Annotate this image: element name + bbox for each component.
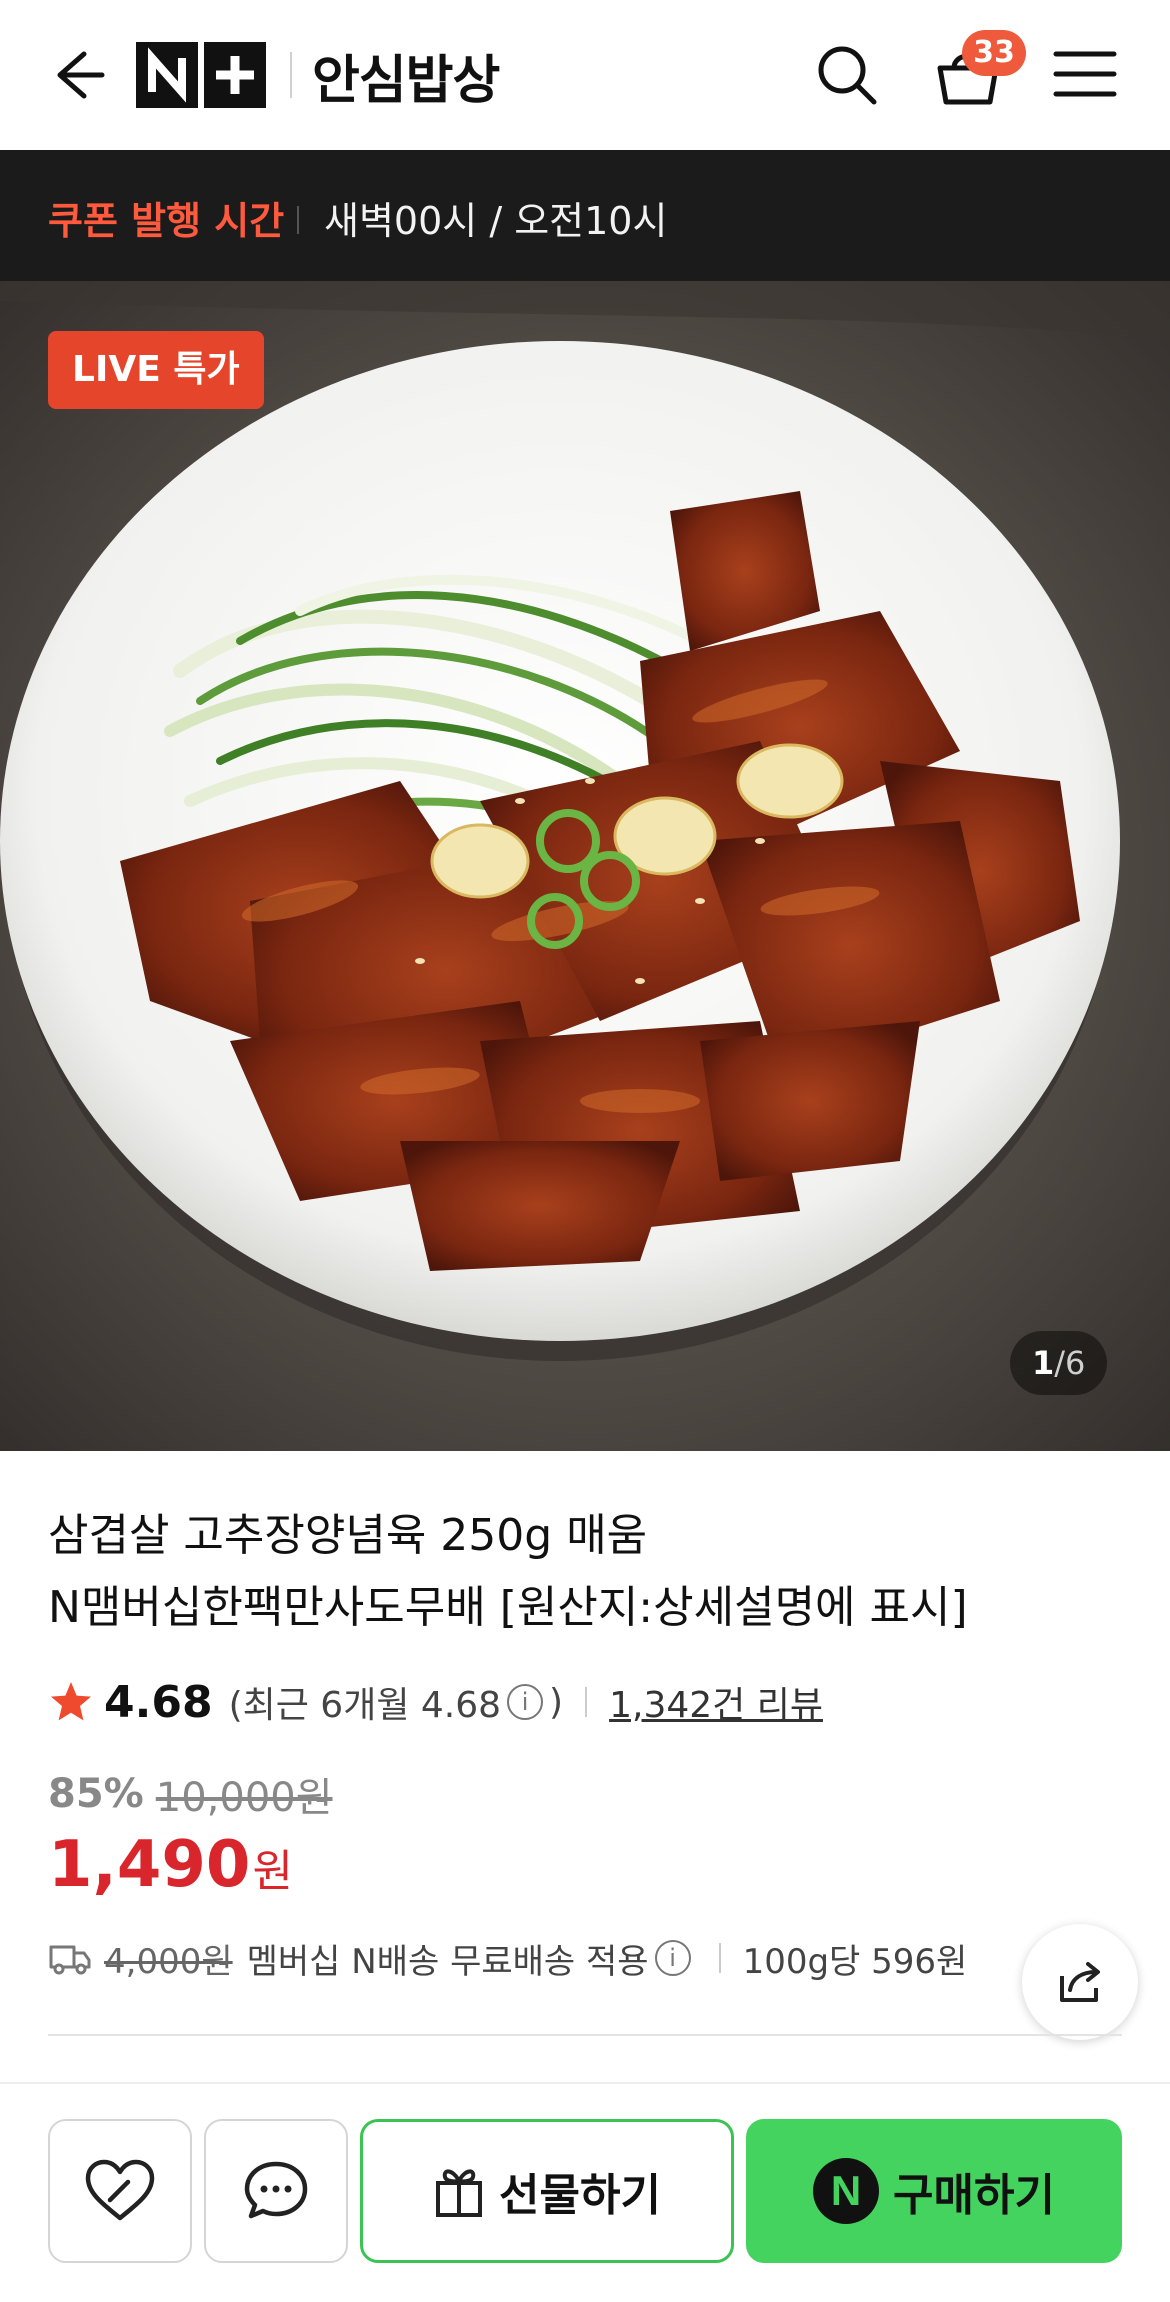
gift-button[interactable]: 선물하기 — [360, 2119, 734, 2263]
gift-icon — [436, 2169, 483, 2217]
section-divider — [48, 2034, 1122, 2036]
shipping-info-icon[interactable]: i — [654, 1940, 691, 1976]
shipping-note: 멤버십 N배송 무료배송 적용 — [246, 1941, 649, 1982]
truck-icon — [49, 1945, 91, 1975]
rating-value: 4.68 — [104, 1676, 213, 1728]
buy-button[interactable]: N 구매하기 — [746, 2119, 1122, 2263]
cart-count-badge: 33 — [962, 30, 1026, 76]
rating-divider — [585, 1687, 588, 1717]
top-header: 안심밥상 33 — [0, 0, 1170, 150]
back-arrow-icon[interactable] — [40, 40, 110, 110]
coupon-separator — [297, 206, 299, 234]
menu-icon[interactable] — [1052, 44, 1118, 104]
share-button[interactable] — [1022, 1924, 1138, 2040]
header-divider — [290, 52, 292, 98]
recent-rating: (최근 6개월 4.68 — [228, 1685, 502, 1726]
nplus-logo[interactable] — [136, 42, 266, 108]
wishlist-button[interactable] — [48, 2119, 192, 2263]
star-icon — [51, 1682, 91, 1721]
search-icon[interactable] — [810, 38, 884, 112]
product-title-line1: 삼겹살 고추장양념육 250g 매움 — [48, 1510, 648, 1561]
sale-price: 1,490 — [48, 1828, 251, 1902]
shipping-row: 4,000원 멤버십 N배송 무료배송 적용 i 100g당 596원 — [48, 1930, 967, 1986]
info-icon[interactable]: i — [507, 1684, 544, 1720]
rating-row: 4.68 (최근 6개월 4.68 i ) 1,342건 리뷰 — [48, 1672, 823, 1732]
discount-percent: 85% — [48, 1771, 144, 1817]
pager-total: /6 — [1054, 1344, 1086, 1382]
bottom-action-bar: 선물하기 N 구매하기 — [0, 2082, 1170, 2302]
coupon-label: 쿠폰 발행 시간 — [48, 199, 285, 243]
chat-icon — [244, 2161, 308, 2219]
shipping-divider — [718, 1943, 721, 1973]
product-title: 삼겹살 고추장양념육 250g 매움 N맴버십한팩만사도무배 [원산지:상세설명… — [48, 1500, 1118, 1644]
discount-row: 85% 10,000원 — [48, 1765, 333, 1823]
pager-current: 1 — [1032, 1344, 1055, 1382]
gift-label: 선물하기 — [499, 2170, 661, 2221]
talk-button[interactable] — [204, 2119, 348, 2263]
recent-rating-close: ) — [549, 1681, 564, 1723]
product-image-carousel[interactable]: LIVE 특가 1/6 — [0, 281, 1170, 1451]
product-photo — [0, 281, 1170, 1451]
live-deal-badge: LIVE 특가 — [48, 331, 264, 409]
review-count-link[interactable]: 1,342건 리뷰 — [609, 1676, 823, 1728]
shipping-fee: 4,000원 — [104, 1941, 233, 1982]
price-row: 1,490 원 — [48, 1828, 293, 1902]
image-pager: 1/6 — [1010, 1331, 1108, 1395]
brand-name[interactable]: 안심밥상 — [312, 38, 500, 113]
coupon-time: 새벽00시 / 오전10시 — [324, 199, 668, 243]
buy-label: 구매하기 — [893, 2170, 1055, 2221]
naver-pay-logo: N — [813, 2158, 880, 2224]
original-price: 10,000원 — [155, 1775, 333, 1821]
coupon-time-bar: 쿠폰 발행 시간 새벽00시 / 오전10시 — [0, 150, 1170, 281]
price-unit: 원 — [252, 1846, 293, 1897]
share-icon — [1060, 1962, 1100, 2002]
product-title-line2: N맴버십한팩만사도무배 [원산지:상세설명에 표시] — [48, 1582, 968, 1633]
heart-icon — [85, 2159, 155, 2221]
unit-price: 100g당 596원 — [742, 1941, 968, 1982]
